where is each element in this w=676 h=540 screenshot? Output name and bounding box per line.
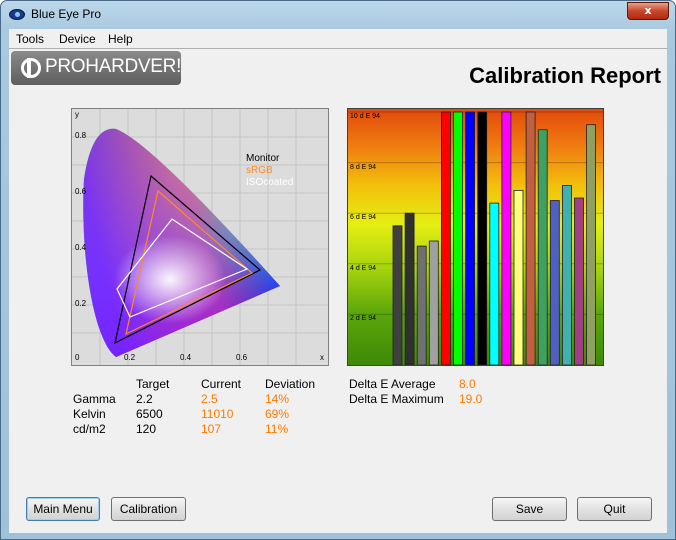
cie-legend: Monitor sRGB ISOcoated: [246, 153, 293, 189]
luminance-current: 107: [201, 422, 222, 436]
main-menu-button[interactable]: Main Menu: [26, 497, 100, 521]
close-button[interactable]: x: [627, 2, 669, 20]
delta-e-tick-label: 4 d E 94: [350, 264, 377, 272]
delta-e-tick-label: 2 d E 94: [350, 315, 377, 323]
delta-e-bar: [537, 129, 548, 365]
gamma-current: 2.5: [201, 392, 218, 406]
report-content: PROHARDVER! Calibration Report y 0.8 0.6…: [9, 49, 667, 533]
legend-srgb: sRGB: [246, 165, 273, 176]
delta-e-average-value: 8.0: [459, 377, 476, 391]
header-target: Target: [136, 377, 170, 391]
delta-e-bar: [416, 245, 427, 365]
delta-e-bar: [428, 240, 439, 365]
y-tick: 0.4: [75, 243, 87, 252]
quit-button[interactable]: Quit: [577, 497, 652, 521]
cie-diagram: y 0.8 0.6 0.4 0.2 0 0.2 0.4 0.6 x Monito…: [71, 108, 329, 366]
kelvin-target: 6500: [136, 407, 163, 421]
delta-e-tick-label: 6 d E 94: [350, 214, 377, 222]
delta-e-bar: [404, 212, 415, 365]
delta-e-bar: [392, 225, 403, 365]
save-button[interactable]: Save: [492, 497, 567, 521]
menu-tools[interactable]: Tools: [16, 32, 44, 46]
delta-e-bar: [489, 202, 500, 365]
gamma-deviation: 14%: [265, 392, 290, 406]
delta-e-bar: [501, 111, 512, 365]
luminance-target: 120: [136, 422, 157, 436]
gamma-target: 2.2: [136, 392, 153, 406]
y-tick: 0.8: [75, 131, 87, 140]
y-tick: 0.6: [75, 187, 87, 196]
logo-text: PROHARDVER!: [45, 56, 182, 77]
delta-e-bar: [525, 111, 536, 365]
delta-e-chart-svg: [348, 111, 603, 365]
y-tick: 0.2: [75, 299, 87, 308]
luminance-label: cd/m2: [73, 422, 106, 436]
menu-bar: Tools Device Help: [9, 29, 667, 49]
calibration-button[interactable]: Calibration: [111, 497, 186, 521]
header-deviation: Deviation: [265, 377, 316, 391]
x-tick: 0.2: [124, 353, 136, 362]
delta-e-maximum-value: 19.0: [459, 392, 483, 406]
gamma-label: Gamma: [73, 392, 116, 406]
delta-e-bar: [477, 111, 488, 365]
kelvin-deviation: 69%: [265, 407, 290, 421]
legend-iso: ISOcoated: [246, 177, 294, 188]
delta-e-bar: [453, 111, 463, 365]
title-bar[interactable]: Blue Eye Pro x: [1, 1, 675, 29]
legend-monitor: Monitor: [246, 153, 280, 164]
kelvin-label: Kelvin: [73, 407, 106, 421]
y-tick: 0: [75, 353, 80, 362]
delta-e-bar: [441, 111, 451, 365]
cie-diagram-svg: [72, 109, 328, 365]
app-window: Blue Eye Pro x Tools Device Help PROHARD…: [0, 0, 676, 540]
delta-e-bar: [586, 124, 597, 365]
client-area: Tools Device Help PROHARDVER! Calibratio…: [9, 29, 667, 533]
delta-e-average-label: Delta E Average: [349, 377, 436, 391]
menu-device[interactable]: Device: [59, 32, 96, 46]
x-axis-letter: x: [320, 353, 324, 362]
delta-e-chart: 10 d E 94 8 d E 94 6 d E 94 4 d E 94 2 d E 9…: [347, 108, 604, 366]
y-axis-letter: y: [75, 110, 79, 119]
delta-e-bar: [513, 190, 524, 365]
delta-e-bar: [561, 185, 572, 365]
header-current: Current: [201, 377, 242, 391]
delta-e-bar: [574, 197, 584, 365]
page-title: Calibration Report: [469, 63, 661, 88]
kelvin-current: 11010: [201, 407, 234, 421]
delta-e-bar: [465, 111, 475, 365]
delta-e-bar: [549, 200, 560, 365]
luminance-deviation: 11%: [265, 422, 289, 436]
menu-help[interactable]: Help: [108, 32, 133, 46]
delta-e-tick-label: 8 d E 94: [350, 163, 377, 171]
x-tick: 0.6: [236, 353, 248, 362]
prohardver-logo-icon: [21, 58, 41, 78]
blue-eye-icon: [9, 9, 25, 20]
prohardver-logo: PROHARDVER!: [11, 51, 181, 85]
window-title: Blue Eye Pro: [31, 7, 102, 21]
x-tick: 0.4: [180, 353, 192, 362]
delta-e-maximum-label: Delta E Maximum: [349, 392, 444, 406]
delta-e-tick-label: 10 d E 94: [350, 113, 380, 120]
